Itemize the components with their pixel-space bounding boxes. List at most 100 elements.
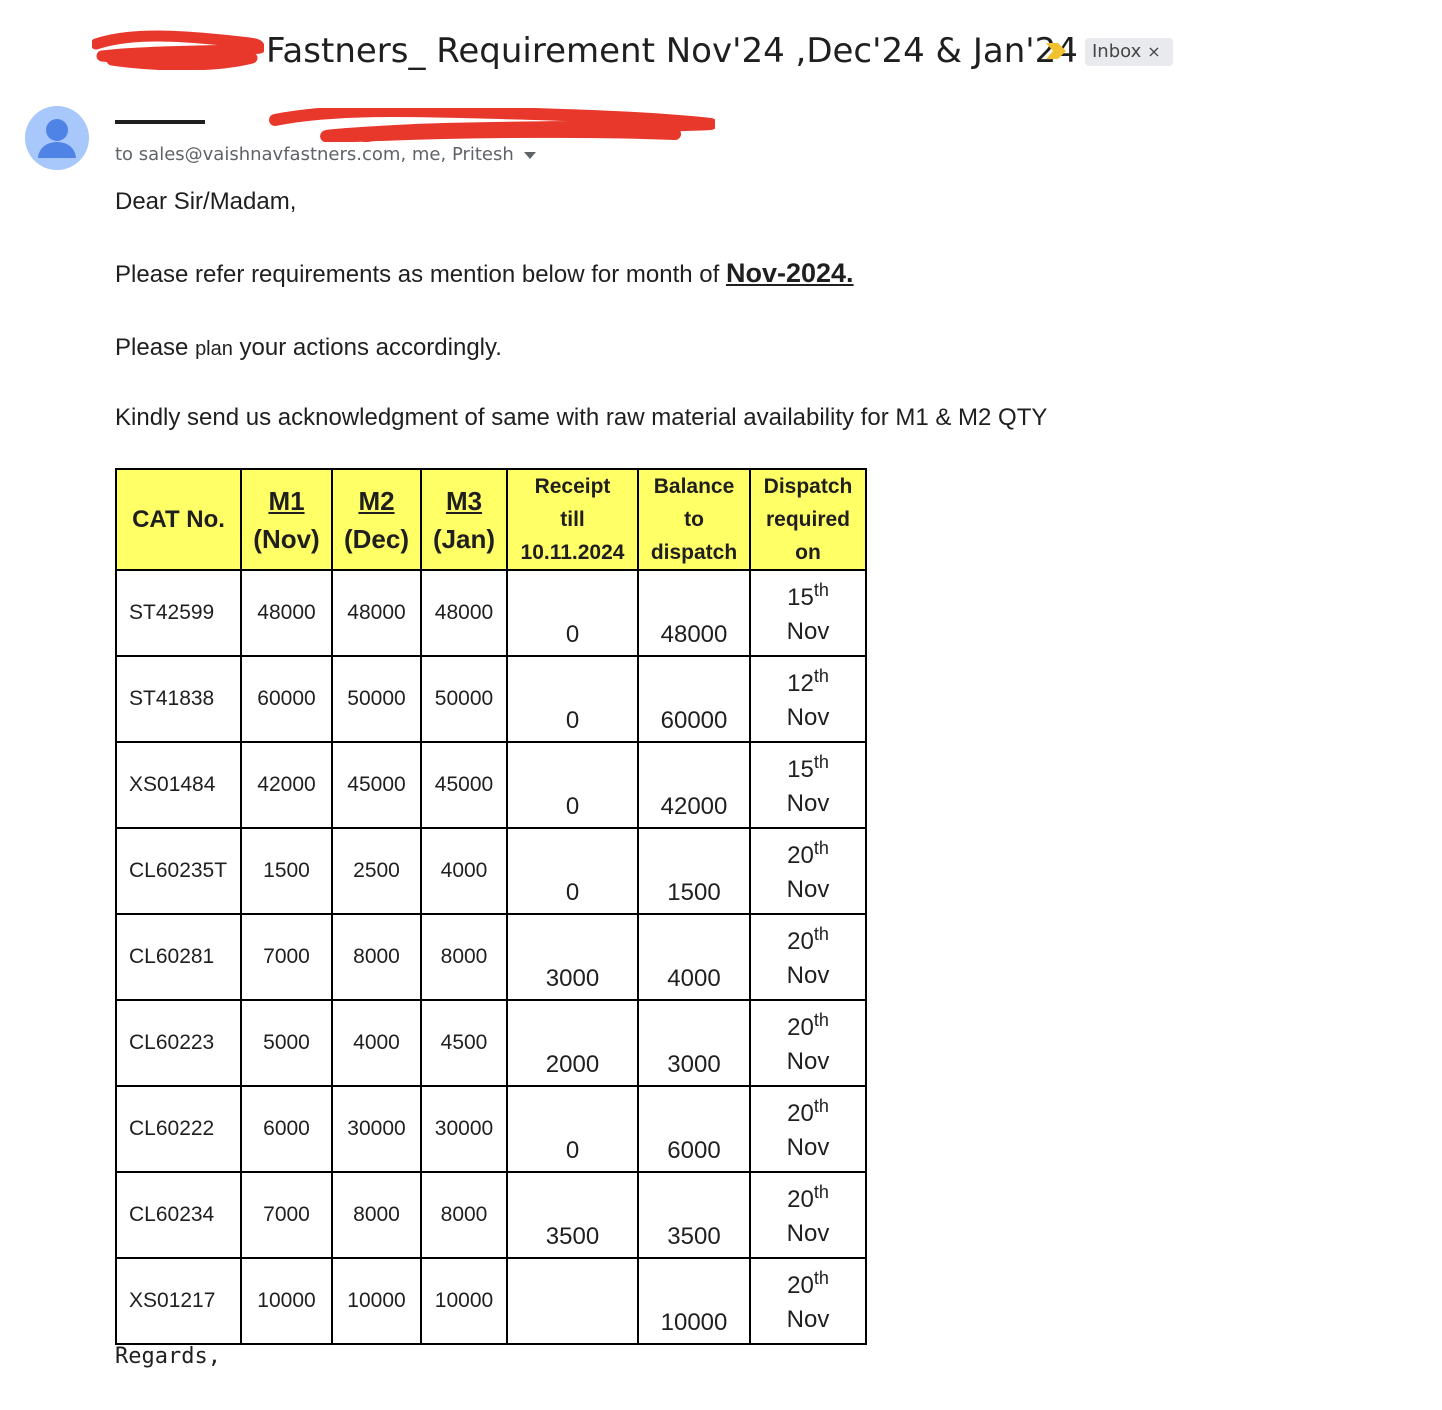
cell-receipt: 0 (506, 569, 639, 657)
table-row: CL60222 6000 30000 30000 0 6000 20th Nov (115, 1085, 867, 1173)
cell-receipt: 3000 (506, 913, 639, 1001)
cell-cat: CL60222 (115, 1085, 242, 1173)
cell-receipt: 0 (506, 827, 639, 915)
table-row: CL60235T 1500 2500 4000 0 1500 20th Nov (115, 827, 867, 915)
cell-m3: 8000 (420, 913, 508, 1001)
cell-cat: CL60281 (115, 913, 242, 1001)
greeting: Dear Sir/Madam, (115, 188, 297, 215)
cell-m1: 5000 (240, 999, 333, 1087)
cell-receipt: 2000 (506, 999, 639, 1087)
cell-m2: 48000 (331, 569, 422, 657)
cell-cat: CL60235T (115, 827, 242, 915)
cell-m3: 4500 (420, 999, 508, 1087)
table-row: XS01217 10000 10000 10000 10000 20th Nov (115, 1257, 867, 1345)
table-row: ST42599 48000 48000 48000 0 48000 15th No… (115, 569, 867, 657)
recipients-text: to sales@vaishnavfastners.com, me, Prite… (115, 144, 514, 165)
table-row: CL60223 5000 4000 4500 2000 3000 20th Nov (115, 999, 867, 1087)
cell-m3: 4000 (420, 827, 508, 915)
cell-balance: 6000 (637, 1085, 751, 1173)
cell-m1: 60000 (240, 655, 333, 743)
table-header-row: CAT No. M1 (Nov) M2 (Dec) M3 (Jan) Receipt t… (115, 468, 867, 571)
cell-balance: 10000 (637, 1257, 751, 1345)
cell-cat: XS01484 (115, 741, 242, 829)
recipients-line[interactable]: to sales@vaishnavfastners.com, me, Prite… (115, 143, 536, 167)
cell-dispatch: 20th Nov (749, 827, 867, 915)
cell-cat: ST41838 (115, 655, 242, 743)
cell-m2: 30000 (331, 1085, 422, 1173)
requirements-table: CAT No. M1 (Nov) M2 (Dec) M3 (Jan) Receipt t… (115, 468, 867, 1345)
body-line-month: Please refer requirements as mention bel… (115, 258, 854, 289)
table-row: CL60234 7000 8000 8000 3500 3500 20th Nov (115, 1171, 867, 1259)
cell-cat: ST42599 (115, 569, 242, 657)
cell-cat: XS01217 (115, 1257, 242, 1345)
table-row: XS01484 42000 45000 45000 0 42000 15th No… (115, 741, 867, 829)
cell-m2: 8000 (331, 1171, 422, 1259)
body-line-plan-c: your actions accordingly. (232, 334, 502, 361)
cell-m1: 1500 (240, 827, 333, 915)
cell-m1: 48000 (240, 569, 333, 657)
cell-balance: 4000 (637, 913, 751, 1001)
avatar-person-icon (38, 119, 76, 158)
cell-m2: 2500 (331, 827, 422, 915)
cell-m2: 45000 (331, 741, 422, 829)
inbox-label-chip[interactable]: Inbox × (1085, 38, 1173, 66)
close-icon[interactable]: × (1147, 38, 1160, 66)
cell-m2: 50000 (331, 655, 422, 743)
header-m1: M1 (Nov) (240, 468, 333, 571)
body-line-month-prefix: Please refer requirements as mention bel… (115, 261, 726, 288)
cell-dispatch: 20th Nov (749, 1257, 867, 1345)
chevron-down-icon[interactable] (523, 151, 536, 159)
cell-receipt: 0 (506, 741, 639, 829)
header-m2: M2 (Dec) (331, 468, 422, 571)
cell-m1: 6000 (240, 1085, 333, 1173)
header-balance: Balance to dispatch (637, 468, 751, 571)
cell-m3: 8000 (420, 1171, 508, 1259)
cell-balance: 3500 (637, 1171, 751, 1259)
body-line-plan-a: Please (115, 334, 196, 361)
cell-dispatch: 12th Nov (749, 655, 867, 743)
cell-receipt (506, 1257, 639, 1345)
cell-balance: 3000 (637, 999, 751, 1087)
cell-m3: 50000 (420, 655, 508, 743)
body-line-plan: Please plan your actions accordingly. (115, 334, 502, 362)
sender-redaction-scribble (115, 108, 715, 142)
cell-receipt: 0 (506, 655, 639, 743)
cell-m1: 10000 (240, 1257, 333, 1345)
cell-receipt: 3500 (506, 1171, 639, 1259)
cell-m2: 4000 (331, 999, 422, 1087)
cell-balance: 48000 (637, 569, 751, 657)
cell-m1: 7000 (240, 1171, 333, 1259)
email-subject: Fastners_ Requirement Nov'24 ,Dec'24 & J… (266, 31, 1078, 71)
cell-balance: 1500 (637, 827, 751, 915)
closing-regards: Regards, (115, 1344, 221, 1369)
table-row: ST41838 60000 50000 50000 0 60000 12th No… (115, 655, 867, 743)
cell-balance: 60000 (637, 655, 751, 743)
cell-m3: 45000 (420, 741, 508, 829)
table-row: CL60281 7000 8000 8000 3000 4000 20th Nov (115, 913, 867, 1001)
cell-dispatch: 20th Nov (749, 1085, 867, 1173)
header-m3: M3 (Jan) (420, 468, 508, 571)
cell-cat: CL60234 (115, 1171, 242, 1259)
cell-m3: 48000 (420, 569, 508, 657)
cell-m1: 7000 (240, 913, 333, 1001)
important-marker-icon[interactable] (1044, 40, 1070, 62)
cell-dispatch: 20th Nov (749, 1171, 867, 1259)
cell-dispatch: 15th Nov (749, 569, 867, 657)
body-line-plan-b: plan (195, 338, 233, 360)
header-dispatch: Dispatch required on (749, 468, 867, 571)
cell-m3: 30000 (420, 1085, 508, 1173)
cell-dispatch: 15th Nov (749, 741, 867, 829)
cell-balance: 42000 (637, 741, 751, 829)
cell-dispatch: 20th Nov (749, 913, 867, 1001)
month-highlight: Nov-2024. (725, 258, 854, 288)
header-cat-no: CAT No. (115, 468, 242, 571)
cell-m3: 10000 (420, 1257, 508, 1345)
cell-m2: 8000 (331, 913, 422, 1001)
body-line-acknowledgment: Kindly send us acknowledgment of same wi… (115, 404, 1048, 431)
cell-cat: CL60223 (115, 999, 242, 1087)
cell-m1: 42000 (240, 741, 333, 829)
header-receipt: Receipt till 10.11.2024 (506, 468, 639, 571)
redaction-scribble (92, 30, 264, 70)
cell-m2: 10000 (331, 1257, 422, 1345)
avatar[interactable] (25, 106, 89, 170)
